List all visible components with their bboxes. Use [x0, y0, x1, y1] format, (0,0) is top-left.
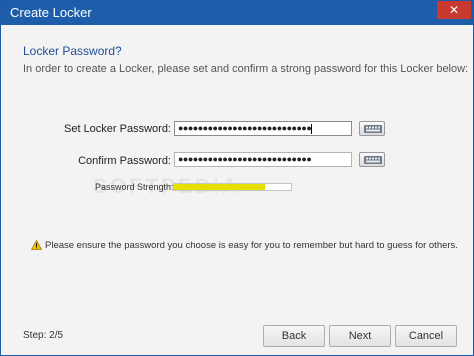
- title-bar: Create Locker ✕: [1, 1, 473, 25]
- confirm-password-value: ●●●●●●●●●●●●●●●●●●●●●●●●●●●: [178, 154, 312, 164]
- back-button[interactable]: Back: [263, 325, 325, 347]
- create-locker-window: Create Locker ✕ Locker Password? In orde…: [0, 0, 474, 356]
- page-heading: Locker Password?: [23, 44, 122, 58]
- warning-text: Please ensure the password you choose is…: [45, 240, 458, 251]
- close-button[interactable]: ✕: [437, 1, 471, 19]
- window-title: Create Locker: [10, 5, 92, 20]
- keyboard-icon: [364, 156, 382, 164]
- text-caret: [311, 123, 313, 134]
- page-description: In order to create a Locker, please set …: [23, 63, 469, 75]
- set-password-field[interactable]: ●●●●●●●●●●●●●●●●●●●●●●●●●●●: [174, 121, 352, 136]
- keyboard-icon: [364, 125, 382, 133]
- step-indicator: Step: 2/5: [23, 330, 64, 341]
- close-icon: ✕: [448, 3, 460, 17]
- confirm-password-field[interactable]: ●●●●●●●●●●●●●●●●●●●●●●●●●●●: [174, 152, 352, 167]
- warning-icon: [31, 240, 42, 250]
- set-password-value: ●●●●●●●●●●●●●●●●●●●●●●●●●●●: [178, 123, 312, 133]
- next-button[interactable]: Next: [329, 325, 391, 347]
- password-warning: Please ensure the password you choose is…: [31, 240, 458, 251]
- confirm-password-label: Confirm Password:: [78, 155, 171, 167]
- password-strength-label: Password Strength:: [95, 182, 174, 192]
- set-password-keyboard-button[interactable]: [359, 121, 385, 136]
- password-strength-fill: [174, 184, 266, 190]
- cancel-button[interactable]: Cancel: [395, 325, 457, 347]
- password-strength-meter: [173, 183, 292, 191]
- confirm-password-keyboard-button[interactable]: [359, 152, 385, 167]
- set-password-label: Set Locker Password:: [64, 123, 171, 135]
